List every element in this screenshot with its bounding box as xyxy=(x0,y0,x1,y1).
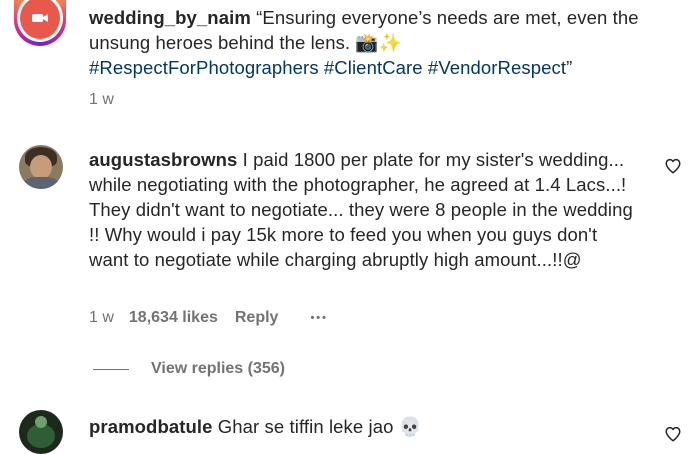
username[interactable]: wedding_by_naim xyxy=(89,7,251,28)
timestamp[interactable]: 1 w xyxy=(89,91,114,109)
heart-outline-icon[interactable] xyxy=(664,425,682,443)
avatar-wedding-by-naim[interactable] xyxy=(14,0,66,46)
hashtags[interactable]: #RespectForPhotographers #ClientCare #Ve… xyxy=(89,57,566,78)
comment-meta: 1 w 18,634 likes Reply ••• xyxy=(89,309,328,327)
timestamp[interactable]: 1 w xyxy=(89,309,114,327)
comment-text: wedding_by_naim “Ensuring everyone’s nee… xyxy=(89,5,660,80)
video-camera-icon xyxy=(32,14,48,22)
comment-body: Ghar se tiffin leke jao 💀 xyxy=(217,416,422,437)
comment-text: augustasbrowns I paid 1800 per plate for… xyxy=(89,147,640,272)
view-replies-button[interactable]: View replies (356) xyxy=(151,360,285,378)
avatar-pramodbatule[interactable] xyxy=(19,410,63,454)
heart-outline-icon[interactable] xyxy=(664,157,682,175)
replies-divider xyxy=(93,369,129,370)
username[interactable]: pramodbatule xyxy=(89,416,213,437)
avatar-augustasbrowns[interactable] xyxy=(19,145,63,189)
likes-count[interactable]: 18,634 likes xyxy=(129,309,218,327)
closing-quote: ” xyxy=(566,57,573,78)
comment-meta: 1 w xyxy=(89,91,114,109)
more-horizontal-icon[interactable]: ••• xyxy=(310,312,328,324)
view-replies-label: View replies (356) xyxy=(151,360,285,377)
comment-text: pramodbatule Ghar se tiffin leke jao 💀 xyxy=(89,414,640,439)
username[interactable]: augustasbrowns xyxy=(89,149,237,170)
reply-button[interactable]: Reply xyxy=(235,309,279,327)
